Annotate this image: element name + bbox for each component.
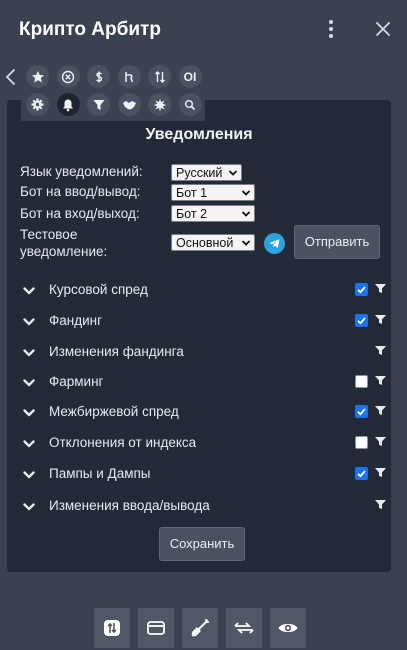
close-icon[interactable] — [372, 18, 394, 40]
chevron-left-icon[interactable] — [3, 66, 19, 88]
notification-section-row[interactable]: Фандинг — [7, 311, 391, 333]
filter-icon[interactable] — [374, 282, 387, 295]
chevron-down-icon[interactable] — [22, 315, 36, 329]
bottom-nav — [94, 608, 314, 648]
chevron-down-icon — [241, 240, 251, 246]
section-label: Отклонения от индекса — [49, 435, 197, 450]
search-icon[interactable] — [178, 93, 202, 116]
chevron-down-icon — [241, 190, 251, 196]
exchange-icon[interactable] — [226, 608, 262, 648]
burst-icon[interactable] — [148, 93, 171, 116]
fee-icon[interactable] — [117, 65, 141, 88]
filter-icon[interactable] — [87, 93, 110, 116]
filter-icon[interactable] — [374, 435, 387, 448]
gear-icon[interactable] — [26, 93, 49, 116]
more-menu-icon[interactable] — [324, 17, 338, 41]
circle-x-icon[interactable] — [56, 65, 80, 88]
notification-section-row[interactable]: Пампы и Дампы — [7, 464, 391, 486]
chevron-down-icon[interactable] — [22, 437, 36, 451]
handshake-icon[interactable] — [117, 93, 141, 116]
notification-section-row[interactable]: Отклонения от индекса — [7, 433, 391, 455]
bot-io-select-value: Бот 1 — [176, 186, 208, 200]
language-select-value: Русский — [176, 166, 223, 180]
section-label: Изменения фандинга — [49, 344, 184, 359]
dollar-icon[interactable] — [87, 65, 110, 88]
app-header: Крипто Арбитр — [0, 0, 407, 58]
chevron-down-icon[interactable] — [22, 406, 36, 420]
send-test-button[interactable]: Отправить — [294, 225, 380, 259]
section-label: Фарминг — [49, 374, 104, 389]
transfer-icon[interactable] — [94, 608, 130, 648]
filter-icon[interactable] — [374, 313, 387, 326]
sort-arrows-icon[interactable] — [148, 65, 171, 88]
notification-section-row[interactable]: Межбиржевой спред — [7, 402, 391, 424]
language-select[interactable]: Русский — [171, 164, 242, 181]
chevron-down-icon — [241, 211, 251, 217]
notification-section-row[interactable]: Курсовой спред — [7, 280, 391, 302]
toolbar-row-1: OI — [26, 65, 209, 88]
chevron-down-icon[interactable] — [22, 284, 36, 298]
section-checkbox[interactable] — [355, 467, 368, 480]
bot-io-select[interactable]: Бот 1 — [171, 184, 255, 201]
section-label: Межбиржевой спред — [49, 404, 179, 419]
notification-section-row[interactable]: Фарминг — [7, 372, 391, 394]
bot-io-label: Бот на ввод/вывод: — [20, 184, 141, 199]
notification-section-row[interactable]: Изменения фандинга — [7, 342, 391, 364]
section-checkbox[interactable] — [355, 405, 368, 418]
bot-entry-select[interactable]: Бот 2 — [171, 205, 255, 222]
telegram-icon — [264, 233, 285, 254]
section-label: Пампы и Дампы — [49, 466, 151, 481]
section-checkbox[interactable] — [355, 283, 368, 296]
chevron-down-icon[interactable] — [22, 468, 36, 482]
section-checkbox[interactable] — [355, 314, 368, 327]
filter-icon[interactable] — [374, 344, 387, 357]
section-label: Фандинг — [49, 313, 103, 328]
filter-icon[interactable] — [374, 498, 387, 511]
shovel-icon[interactable] — [182, 608, 218, 648]
filter-icon[interactable] — [374, 466, 387, 479]
panel-title: Уведомления — [145, 126, 253, 143]
notifications-panel: Уведомления Язык уведомлений: Русский Бо… — [7, 100, 391, 572]
save-button[interactable]: Сохранить — [159, 527, 245, 561]
section-checkbox[interactable] — [355, 436, 368, 449]
section-label: Курсовой спред — [49, 282, 148, 297]
bot-entry-select-value: Бот 2 — [176, 207, 208, 221]
chevron-down-icon[interactable] — [22, 376, 36, 390]
test-label-line1: Тестовое — [20, 227, 78, 242]
eye-icon[interactable] — [270, 608, 306, 648]
test-label-line2: уведомление: — [20, 244, 108, 259]
app-title: Крипто Арбитр — [19, 19, 161, 40]
chevron-down-icon[interactable] — [22, 500, 36, 514]
section-label: Изменения ввода/вывода — [49, 498, 210, 513]
section-checkbox[interactable] — [355, 375, 368, 388]
toolbar-row-2 — [26, 93, 209, 116]
chevron-down-icon — [228, 170, 238, 176]
notification-section-row[interactable]: Изменения ввода/вывода — [7, 496, 391, 518]
test-select-value: Основной — [176, 236, 234, 250]
filter-icon[interactable] — [374, 404, 387, 417]
oi-icon[interactable]: OI — [178, 65, 202, 88]
bell-icon[interactable] — [56, 93, 80, 116]
bot-entry-label: Бот на вход/выход: — [20, 206, 140, 221]
chevron-down-icon[interactable] — [22, 346, 36, 360]
star-icon[interactable] — [26, 65, 49, 88]
test-notification-select[interactable]: Основной — [171, 234, 255, 251]
filter-icon[interactable] — [374, 374, 387, 387]
language-label: Язык уведомлений: — [20, 164, 143, 179]
wallet-icon[interactable] — [138, 608, 174, 648]
